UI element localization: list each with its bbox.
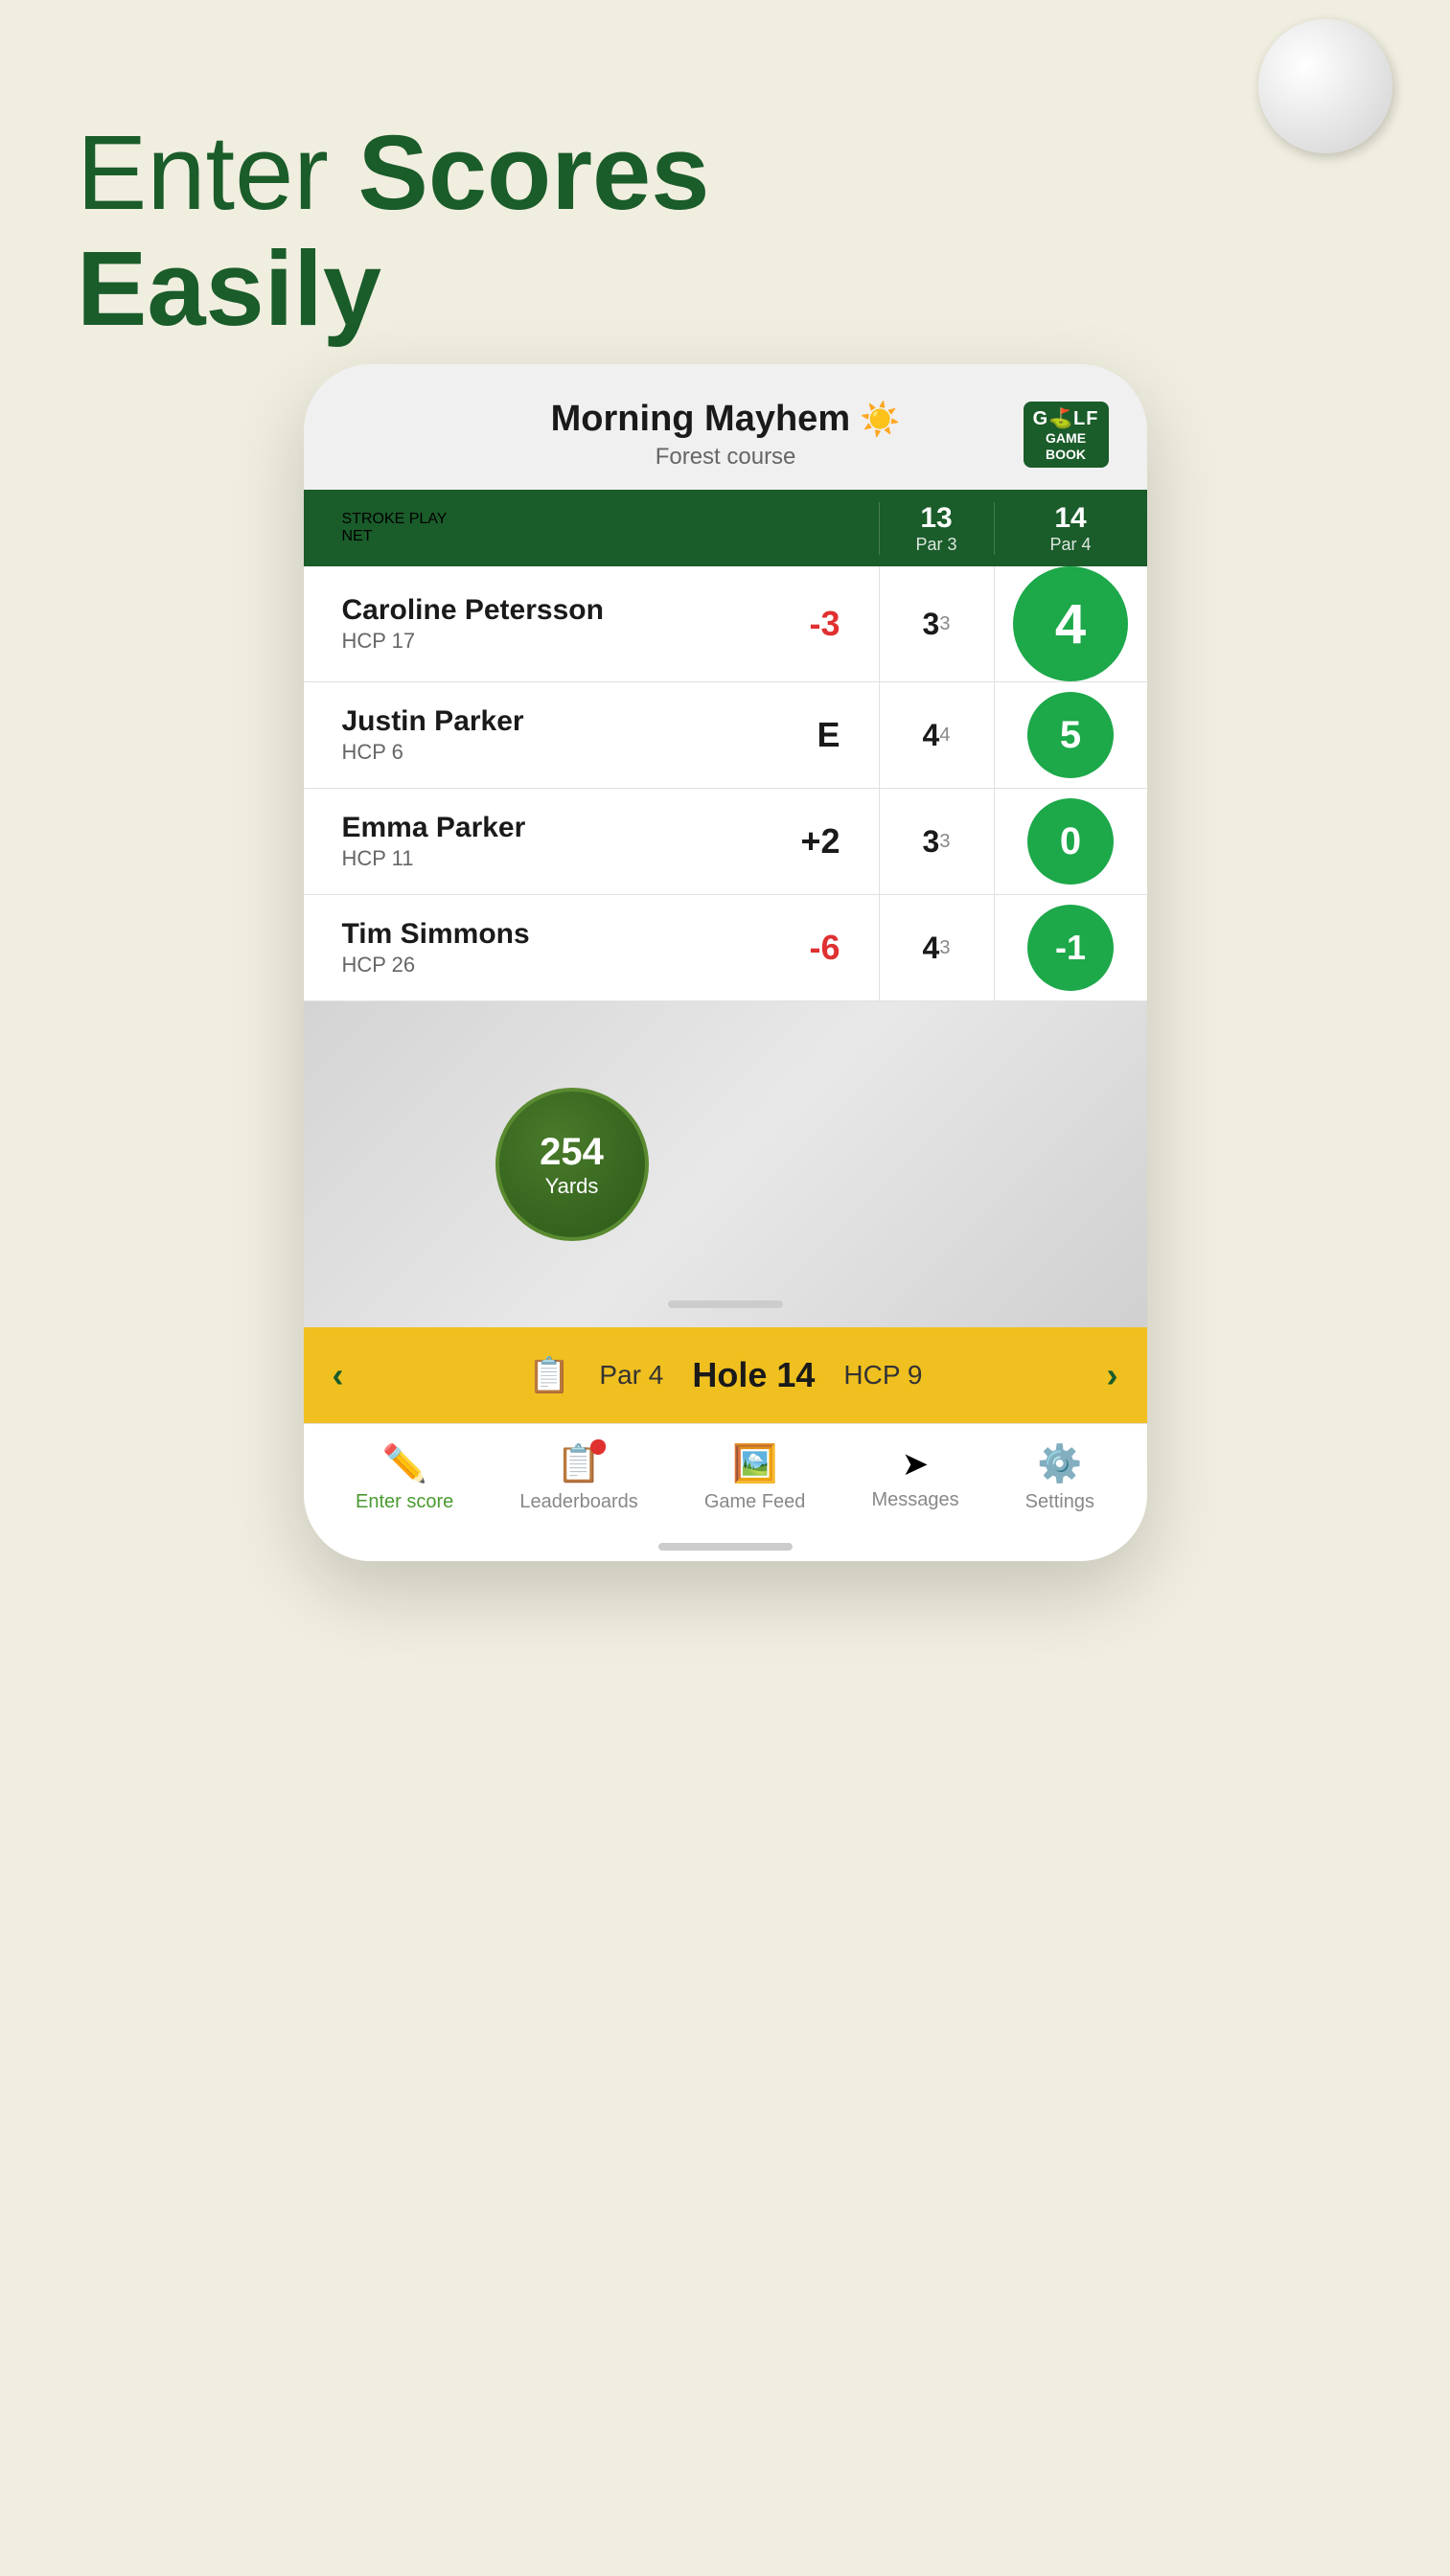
next-hole-button[interactable]: › xyxy=(1106,1355,1117,1395)
settings-icon: ⚙️ xyxy=(1037,1443,1082,1485)
player-row-3[interactable]: Emma Parker HCP 11 +2 33 0 xyxy=(304,789,1147,895)
nav-messages[interactable]: ➤ Messages xyxy=(871,1445,958,1511)
prev-hole-button[interactable]: ‹ xyxy=(333,1355,344,1395)
nav-game-feed[interactable]: 🖼️ Game Feed xyxy=(704,1443,806,1513)
hole-navigation-bar[interactable]: ‹ 📋 Par 4 Hole 14 HCP 9 › xyxy=(304,1327,1147,1423)
nav-enter-score-label: Enter score xyxy=(356,1491,453,1513)
player-1-total: -3 xyxy=(764,604,840,644)
player-4-hcp: HCP 26 xyxy=(342,953,764,978)
player-3-hcp: HCP 11 xyxy=(342,846,764,871)
nav-game-feed-label: Game Feed xyxy=(704,1491,806,1513)
hole-14-par: Par 4 xyxy=(1049,535,1091,555)
player-row-1[interactable]: Caroline Petersson HCP 17 -3 33 4 xyxy=(304,566,1147,682)
player-4-total: -6 xyxy=(764,928,840,968)
hero-line2-bold: Easily xyxy=(77,230,381,348)
nav-settings[interactable]: ⚙️ Settings xyxy=(1025,1443,1094,1513)
player-4-name: Tim Simmons xyxy=(342,918,764,951)
hole-par: Par 4 xyxy=(599,1360,663,1391)
scorecard-icon: 📋 xyxy=(528,1355,571,1395)
player-3-name: Emma Parker xyxy=(342,812,764,844)
hero-line1-bold: Scores xyxy=(357,114,709,232)
player-3-total: +2 xyxy=(764,821,840,862)
scroll-bar xyxy=(668,1300,783,1308)
player-3-hole13[interactable]: 33 xyxy=(879,789,994,894)
messages-icon: ➤ xyxy=(902,1445,930,1484)
player-1-name: Caroline Petersson xyxy=(342,594,764,627)
play-type-section: STROKE PLAY NET xyxy=(304,511,879,545)
active-score-bubble: 4 xyxy=(1013,566,1128,681)
player-1-hole14-active[interactable]: 4 xyxy=(994,566,1147,681)
golf-gamebook-logo: G⛳LF GAME BOOK xyxy=(1024,402,1109,469)
player-1-hcp: HCP 17 xyxy=(342,629,764,654)
bottom-navigation: ✏️ Enter score 📋 Leaderboards 🖼️ Game Fe… xyxy=(304,1423,1147,1542)
player-row-4[interactable]: Tim Simmons HCP 26 -6 43 -1 xyxy=(304,895,1147,1001)
yards-indicator: 254 Yards xyxy=(495,1088,649,1241)
nav-messages-label: Messages xyxy=(871,1489,958,1511)
player-4-hole14[interactable]: -1 xyxy=(994,895,1147,1000)
player-2-hole14[interactable]: 5 xyxy=(994,682,1147,788)
nav-leaderboards[interactable]: 📋 Leaderboards xyxy=(519,1443,637,1513)
round-name: Morning Mayhem xyxy=(551,399,850,440)
yards-label: Yards xyxy=(545,1174,599,1199)
golf-ball-decoration xyxy=(1258,19,1392,153)
badge-dot xyxy=(590,1439,606,1455)
hole-14-header: 14 Par 4 xyxy=(994,502,1147,555)
hole-13-par: Par 3 xyxy=(915,535,956,555)
yards-number: 254 xyxy=(540,1131,604,1174)
hero-line1-light: Enter xyxy=(77,114,329,232)
phone-container: Morning Mayhem ☀️ Forest course G⛳LF GAM… xyxy=(304,364,1147,1561)
player-2-hole13[interactable]: 44 xyxy=(879,682,994,788)
player-4-hole13[interactable]: 43 xyxy=(879,895,994,1000)
hole-name: Hole 14 xyxy=(692,1355,815,1395)
scorecard-header: STROKE PLAY NET 13 Par 3 14 Par 4 xyxy=(304,490,1147,566)
map-background xyxy=(304,1001,1147,1327)
course-name: Forest course xyxy=(428,444,1024,471)
play-type-sub: NET xyxy=(342,528,840,545)
phone-header: Morning Mayhem ☀️ Forest course G⛳LF GAM… xyxy=(304,364,1147,490)
play-type-label: STROKE PLAY xyxy=(342,511,840,528)
pencil-icon: ✏️ xyxy=(381,1443,426,1485)
phone-screen: Morning Mayhem ☀️ Forest course G⛳LF GAM… xyxy=(304,364,1147,1561)
hole-hcp: HCP 9 xyxy=(843,1360,922,1391)
home-indicator xyxy=(658,1543,793,1551)
sun-icon: ☀️ xyxy=(860,401,900,439)
leaderboard-icon: 📋 xyxy=(556,1443,601,1485)
player-row-2[interactable]: Justin Parker HCP 6 E 44 5 xyxy=(304,682,1147,789)
player-2-hcp: HCP 6 xyxy=(342,740,764,765)
hole-13-header: 13 Par 3 xyxy=(879,502,994,555)
player-2-total: E xyxy=(764,715,840,755)
hero-section: Enter Scores Easily xyxy=(77,115,709,347)
round-title: Morning Mayhem ☀️ Forest course xyxy=(428,399,1024,471)
nav-settings-label: Settings xyxy=(1025,1491,1094,1513)
course-map: 254 Yards xyxy=(304,1001,1147,1327)
nav-leaderboards-label: Leaderboards xyxy=(519,1491,637,1513)
hole-headers: 13 Par 3 14 Par 4 xyxy=(879,502,1147,555)
home-indicator-bar xyxy=(304,1542,1147,1561)
nav-enter-score[interactable]: ✏️ Enter score xyxy=(356,1443,453,1513)
player-2-name: Justin Parker xyxy=(342,705,764,738)
game-feed-icon: 🖼️ xyxy=(732,1443,777,1485)
player-3-hole14[interactable]: 0 xyxy=(994,789,1147,894)
hole-13-number: 13 xyxy=(920,502,952,535)
hole-14-number: 14 xyxy=(1054,502,1086,535)
player-1-hole13[interactable]: 33 xyxy=(879,566,994,681)
